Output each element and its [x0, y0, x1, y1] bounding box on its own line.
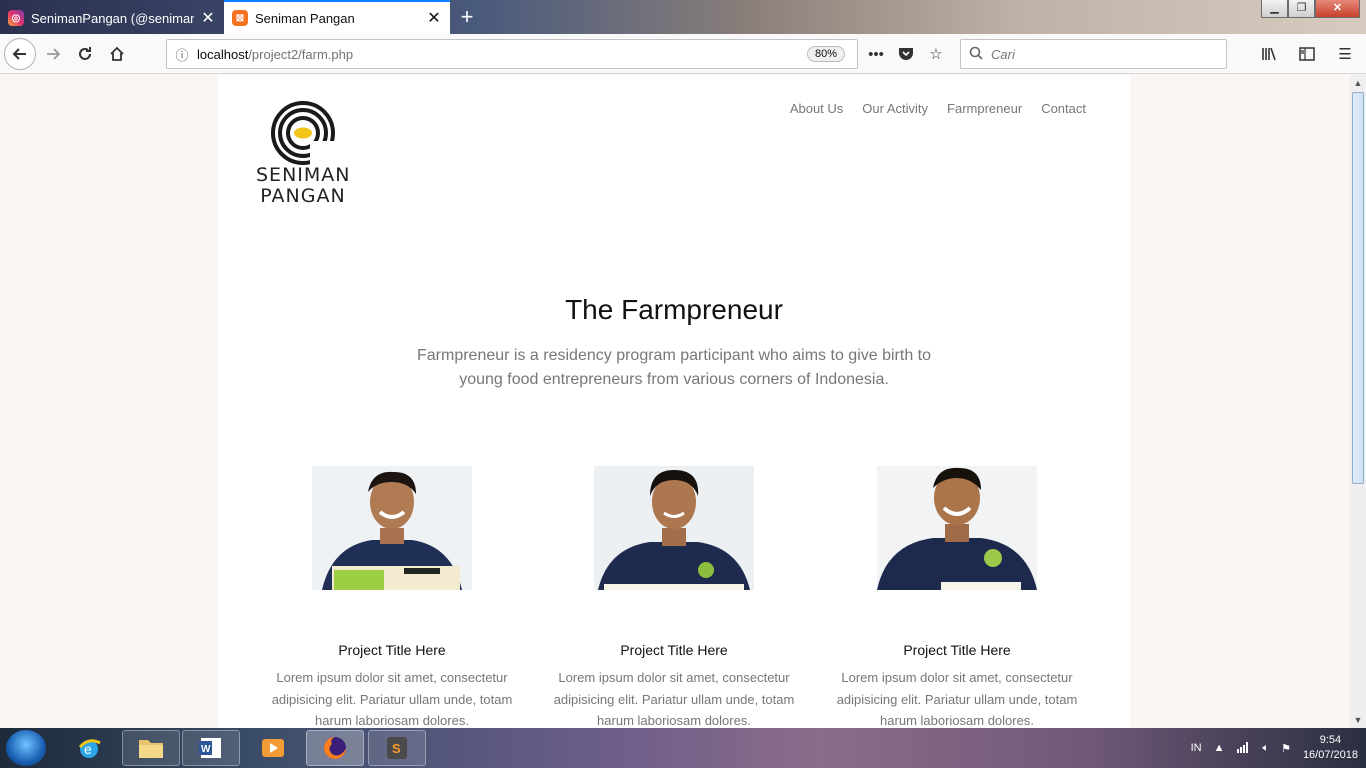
card-description: Lorem ipsum dolor sit amet, consectetur …: [836, 670, 1078, 728]
farmer-card: Project Title Here Lorem ipsum dolor sit…: [262, 466, 522, 728]
clock-time: 9:54: [1319, 734, 1342, 746]
sidebar-icon[interactable]: [1294, 39, 1320, 69]
restore-button[interactable]: ❐: [1288, 0, 1315, 18]
farmer-photo[interactable]: [312, 466, 472, 590]
navigation-toolbar: ⓘ localhost/project2/farm.php 80% ••• ☆ …: [0, 34, 1366, 74]
new-tab-button[interactable]: +: [456, 4, 478, 30]
pocket-icon[interactable]: [894, 39, 918, 69]
page-viewport: SENIMAN PANGAN About Us Our Activity Far…: [0, 75, 1350, 728]
menu-icon[interactable]: ☰: [1332, 39, 1358, 69]
tab-seniman-pangan[interactable]: ⊠ Seniman Pangan ✕: [224, 0, 450, 34]
show-hidden-icons-icon[interactable]: ▲: [1214, 742, 1225, 754]
info-icon[interactable]: ⓘ: [167, 45, 197, 64]
xampp-icon: ⊠: [232, 10, 248, 26]
clock-date: 16/07/2018: [1302, 749, 1358, 761]
clock[interactable]: 9:54 16/07/2018: [1303, 733, 1358, 763]
nav-farmpreneur[interactable]: Farmpreneur: [947, 101, 1022, 116]
card-description: Lorem ipsum dolor sit amet, consectetur …: [271, 670, 513, 728]
sublime-text-icon[interactable]: S: [368, 730, 426, 766]
word-icon[interactable]: W: [182, 730, 240, 766]
internet-explorer-icon[interactable]: e: [60, 730, 118, 766]
farmer-card: Project Title Here Lorem ipsum dolor sit…: [827, 466, 1087, 728]
back-arrow-icon: [12, 48, 26, 60]
nav-contact[interactable]: Contact: [1041, 101, 1086, 116]
search-icon: [961, 46, 991, 63]
card-description: Lorem ipsum dolor sit amet, consectetur …: [553, 670, 795, 728]
site-nav: About Us Our Activity Farmpreneur Contac…: [790, 101, 1086, 116]
search-placeholder: Cari: [991, 46, 1015, 62]
address-bar[interactable]: ⓘ localhost/project2/farm.php 80%: [166, 39, 858, 69]
search-bar[interactable]: Cari: [960, 39, 1227, 69]
forward-arrow-icon: [47, 48, 61, 60]
firefox-icon[interactable]: [306, 730, 364, 766]
close-icon[interactable]: ✕: [200, 8, 216, 28]
close-icon[interactable]: ✕: [426, 8, 442, 28]
home-button[interactable]: [102, 39, 132, 69]
zoom-indicator[interactable]: 80%: [807, 46, 846, 62]
svg-text:W: W: [201, 744, 211, 755]
scroll-thumb[interactable]: [1352, 92, 1364, 484]
page-container: SENIMAN PANGAN About Us Our Activity Far…: [218, 75, 1130, 728]
vertical-scrollbar[interactable]: ▲ ▼: [1350, 75, 1366, 728]
nav-our-activity[interactable]: Our Activity: [862, 101, 928, 116]
scroll-up-icon[interactable]: ▲: [1350, 75, 1366, 91]
nav-about-us[interactable]: About Us: [790, 101, 843, 116]
logo-text-line2: PANGAN: [260, 185, 346, 207]
tab-bar: ◎ SenimanPangan (@senimanpa ✕ ⊠ Seniman …: [0, 0, 1366, 34]
language-indicator[interactable]: IN: [1191, 742, 1202, 754]
taskbar: e W S IN ▲ 🔈︎ ⚑ 9:54 16/07/2018: [0, 728, 1366, 768]
back-button[interactable]: [4, 38, 36, 70]
home-icon: [110, 46, 124, 61]
tab-title: SenimanPangan (@senimanpa: [31, 10, 194, 26]
scroll-down-icon[interactable]: ▼: [1350, 712, 1366, 728]
more-actions-icon[interactable]: •••: [864, 39, 888, 69]
minimize-button[interactable]: ▁: [1261, 0, 1288, 18]
logo-text-line1: SENIMAN: [256, 164, 351, 186]
page-actions: ••• ☆: [864, 39, 948, 69]
window-controls: ▁ ❐ ✕: [1261, 0, 1360, 18]
svg-text:e: e: [84, 741, 92, 757]
volume-icon[interactable]: 🔈︎: [1262, 742, 1269, 755]
library-icon[interactable]: [1256, 39, 1282, 69]
toolbar-tools: ☰: [1256, 39, 1358, 69]
url-path: /project2/farm.php: [248, 46, 354, 62]
instagram-icon: ◎: [8, 10, 24, 26]
action-center-flag-icon[interactable]: ⚑: [1281, 742, 1291, 755]
start-button[interactable]: [6, 730, 46, 766]
media-player-icon[interactable]: [244, 730, 302, 766]
card-title: Project Title Here: [903, 642, 1011, 658]
site-logo[interactable]: SENIMAN PANGAN: [256, 101, 350, 207]
farmer-card: Project Title Here Lorem ipsum dolor sit…: [544, 466, 804, 728]
forward-button[interactable]: [38, 39, 68, 69]
tab-title: Seniman Pangan: [255, 10, 355, 26]
card-title: Project Title Here: [620, 642, 728, 658]
page-title: The Farmpreneur: [565, 294, 783, 325]
logo-emblem-icon: [271, 101, 335, 165]
intro-text: Farmpreneur is a residency program parti…: [417, 347, 931, 388]
system-tray: IN ▲ 🔈︎ ⚑ 9:54 16/07/2018: [1191, 728, 1358, 768]
svg-text:S: S: [392, 741, 401, 756]
reload-icon: [79, 47, 91, 60]
network-icon[interactable]: [1236, 741, 1250, 756]
file-explorer-icon[interactable]: [122, 730, 180, 766]
farmer-photo[interactable]: [594, 466, 754, 590]
reload-button[interactable]: [70, 39, 100, 69]
tab-instagram[interactable]: ◎ SenimanPangan (@senimanpa ✕: [0, 2, 224, 34]
farmer-photo[interactable]: [877, 466, 1037, 590]
bookmark-star-icon[interactable]: ☆: [924, 39, 948, 69]
card-title: Project Title Here: [338, 642, 446, 658]
url-host: localhost: [197, 46, 249, 62]
window-close-button[interactable]: ✕: [1315, 0, 1360, 18]
